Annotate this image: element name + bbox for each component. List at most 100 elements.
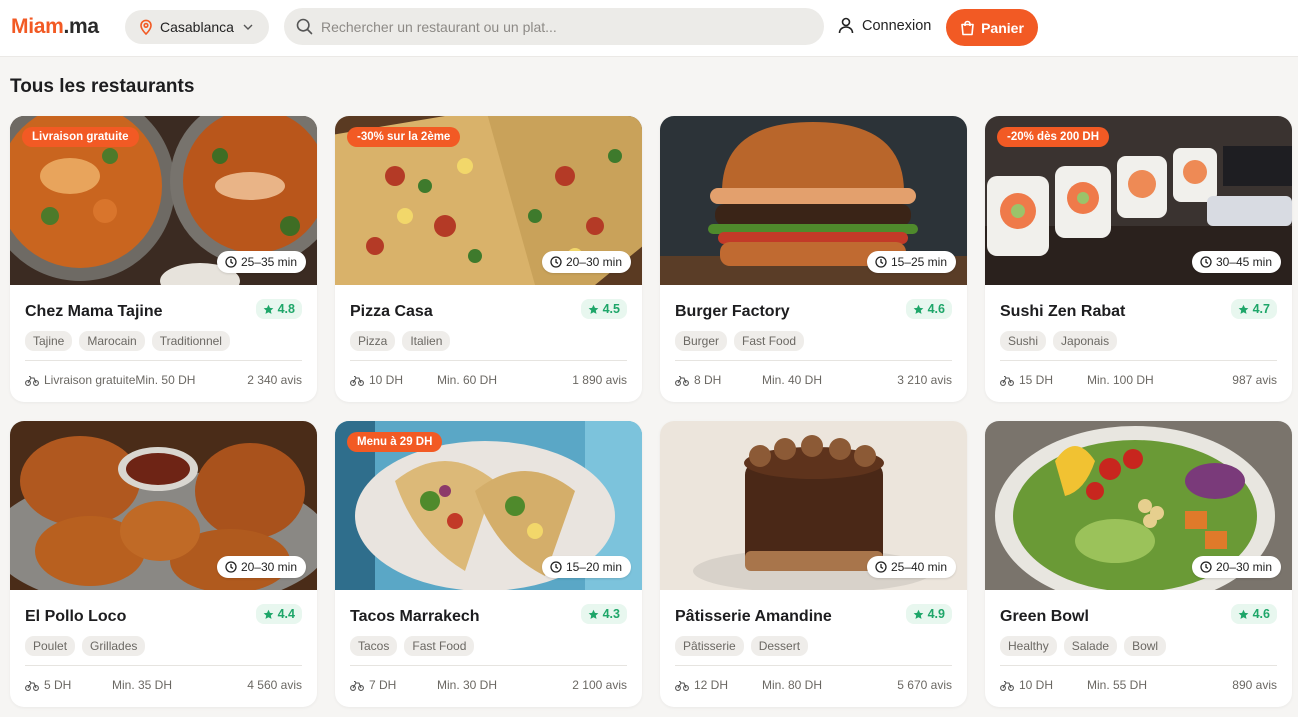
clock-icon (550, 256, 562, 268)
delivery-time: 20–30 min (240, 560, 297, 574)
delivery-fee: 10 DH (350, 373, 437, 387)
card-divider (25, 360, 302, 361)
delivery-fee: 10 DH (1000, 678, 1087, 692)
rating-badge: 4.3 (580, 604, 627, 624)
delivery-fee-value: 8 DH (694, 373, 722, 387)
cuisine-tag: Tajine (25, 331, 73, 351)
brand-logo-main: Miam (11, 15, 64, 38)
cart-button[interactable]: Panier (946, 9, 1038, 46)
card-meta: 5 DH Min. 35 DH 4 560 avis (25, 678, 302, 692)
bike-icon (350, 680, 364, 691)
min-order: Min. 80 DH (762, 678, 823, 692)
restaurant-name: Pizza Casa (350, 303, 433, 320)
restaurant-photo: Menu à 29 DH 15–20 min (335, 421, 642, 590)
restaurant-card-7[interactable]: 25–40 min Pâtisserie Amandine 4.9 Pâtiss… (660, 421, 967, 707)
restaurant-card-2[interactable]: -30% sur la 2ème 20–30 min Pizza Casa 4.… (335, 116, 642, 402)
restaurant-photo: 20–30 min (10, 421, 317, 590)
bike-icon (675, 375, 689, 386)
star-icon (588, 609, 598, 619)
restaurant-card-5[interactable]: 20–30 min El Pollo Loco 4.4 Poulet Grill… (10, 421, 317, 707)
card-meta: 10 DH Min. 55 DH 890 avis (1000, 678, 1277, 692)
restaurant-card-1[interactable]: Livraison gratuite 25–35 min Chez Mama T… (10, 116, 317, 402)
card-meta: 10 DH Min. 60 DH 1 890 avis (350, 373, 627, 387)
restaurant-photo: -30% sur la 2ème 20–30 min (335, 116, 642, 285)
city-selector[interactable]: Casablanca (125, 10, 269, 44)
card-divider (675, 360, 952, 361)
search-input[interactable] (321, 18, 801, 35)
min-order: Min. 50 DH (135, 373, 196, 387)
delivery-fee-value: 10 DH (1019, 678, 1054, 692)
delivery-time: 20–30 min (1215, 560, 1272, 574)
clock-icon (875, 561, 887, 573)
section-title: Tous les restaurants (10, 76, 195, 97)
cuisine-tag: Italien (402, 331, 451, 351)
restaurant-card-8[interactable]: 20–30 min Green Bowl 4.6 Healthy Salade … (985, 421, 1292, 707)
delivery-time-badge: 20–30 min (1191, 556, 1281, 578)
cuisine-tag: Fast Food (734, 331, 805, 351)
brand-logo[interactable]: Miam.ma (11, 15, 99, 39)
delivery-time-badge: 30–45 min (1191, 251, 1281, 273)
tag-list: Burger Fast Food (675, 331, 805, 351)
restaurant-card-4[interactable]: -20% dès 200 DH 30–45 min Sushi Zen Raba… (985, 116, 1292, 402)
delivery-time: 15–20 min (565, 560, 622, 574)
cart-label: Panier (981, 19, 1024, 36)
rating-value: 4.3 (602, 607, 620, 621)
delivery-fee-value: 12 DH (694, 678, 729, 692)
tag-list: Tacos Fast Food (350, 636, 475, 656)
rating-badge: 4.8 (255, 299, 302, 319)
review-count: 2 340 avis (247, 373, 302, 387)
rating-badge: 4.9 (905, 604, 952, 624)
restaurant-name: Tacos Marrakech (350, 608, 480, 625)
cuisine-tag: Salade (1063, 636, 1118, 656)
restaurant-card-3[interactable]: 15–25 min Burger Factory 4.6 Burger Fast… (660, 116, 967, 402)
cuisine-tag: Grillades (82, 636, 146, 656)
tag-list: Tajine Marocain Traditionnel (25, 331, 230, 351)
cuisine-tag: Fast Food (404, 636, 475, 656)
card-meta: 8 DH Min. 40 DH 3 210 avis (675, 373, 952, 387)
restaurant-name: Chez Mama Tajine (25, 303, 163, 320)
cuisine-tag: Dessert (750, 636, 809, 656)
login-label: Connexion (862, 17, 932, 34)
restaurant-card-6[interactable]: Menu à 29 DH 15–20 min Tacos Marrakech 4… (335, 421, 642, 707)
review-count: 4 560 avis (247, 678, 302, 692)
bike-icon (1000, 680, 1014, 691)
delivery-fee: 7 DH (350, 678, 437, 692)
card-meta: 7 DH Min. 30 DH 2 100 avis (350, 678, 627, 692)
cuisine-tag: Bowl (1124, 636, 1167, 656)
delivery-time-badge: 20–30 min (541, 251, 631, 273)
restaurant-photo: -20% dès 200 DH 30–45 min (985, 116, 1292, 285)
restaurant-name: Pâtisserie Amandine (675, 608, 832, 625)
restaurant-photo: Livraison gratuite 25–35 min (10, 116, 317, 285)
restaurant-grid: Livraison gratuite 25–35 min Chez Mama T… (10, 116, 1293, 707)
restaurant-name: Burger Factory (675, 303, 790, 320)
delivery-fee: 8 DH (675, 373, 762, 387)
delivery-time-badge: 15–20 min (541, 556, 631, 578)
delivery-fee: Livraison gratuite (25, 373, 135, 387)
rating-value: 4.6 (1252, 607, 1270, 621)
tag-list: Sushi Japonais (1000, 331, 1118, 351)
bike-icon (25, 375, 39, 386)
card-divider (675, 665, 952, 666)
cuisine-tag: Pâtisserie (675, 636, 744, 656)
bike-icon (1000, 375, 1014, 386)
review-count: 2 100 avis (572, 678, 627, 692)
card-divider (1000, 665, 1277, 666)
min-order: Min. 30 DH (437, 678, 498, 692)
top-header: Miam.ma Casablanca Connexion Panier (0, 0, 1298, 57)
tag-list: Pizza Italien (350, 331, 451, 351)
clock-icon (875, 256, 887, 268)
cuisine-tag: Poulet (25, 636, 76, 656)
login-button[interactable]: Connexion (838, 17, 931, 34)
min-order: Min. 100 DH (1087, 373, 1154, 387)
min-order: Min. 60 DH (437, 373, 498, 387)
delivery-fee: 5 DH (25, 678, 112, 692)
cuisine-tag: Tacos (350, 636, 398, 656)
restaurant-photo: 15–25 min (660, 116, 967, 285)
delivery-fee-value: 15 DH (1019, 373, 1054, 387)
delivery-fee: 15 DH (1000, 373, 1087, 387)
cuisine-tag: Healthy (1000, 636, 1057, 656)
card-divider (350, 360, 627, 361)
search-bar[interactable] (284, 8, 824, 45)
delivery-time: 25–35 min (240, 255, 297, 269)
bike-icon (675, 680, 689, 691)
